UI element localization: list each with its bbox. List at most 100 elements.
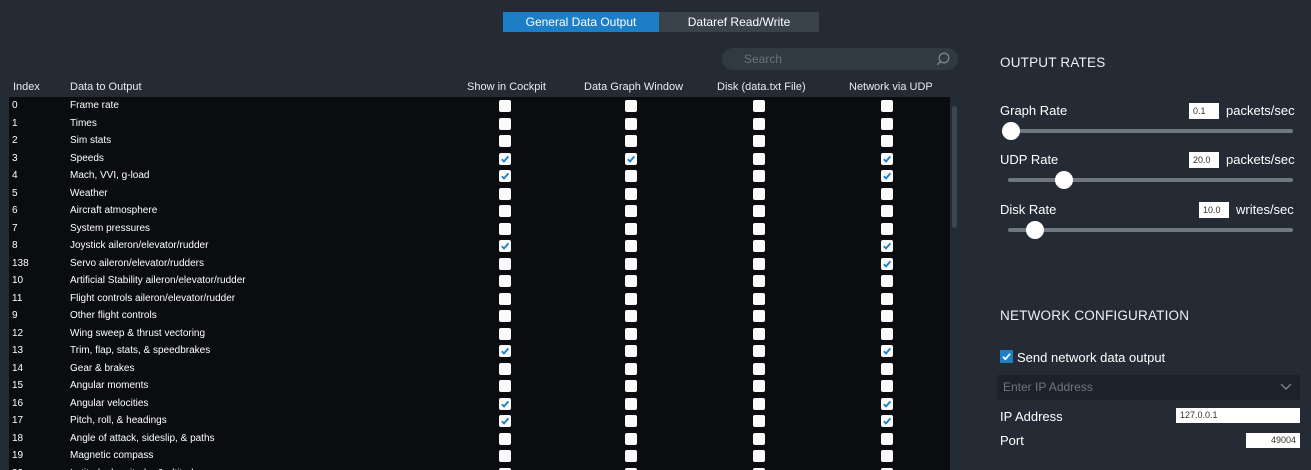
disk-checkbox[interactable] bbox=[753, 415, 765, 427]
cockpit-checkbox[interactable] bbox=[499, 257, 511, 270]
graph-checkbox[interactable] bbox=[625, 275, 637, 287]
disk-rate-slider-knob[interactable] bbox=[1026, 221, 1044, 239]
search-input[interactable] bbox=[744, 48, 924, 70]
udp-checkbox[interactable] bbox=[881, 327, 893, 340]
table-scrollbar[interactable] bbox=[952, 106, 957, 228]
port-input[interactable] bbox=[1246, 433, 1300, 448]
tab-general-data-output[interactable]: General Data Output bbox=[503, 12, 659, 32]
cockpit-checkbox[interactable] bbox=[499, 222, 511, 235]
graph-checkbox[interactable] bbox=[625, 362, 637, 375]
cockpit-checkbox[interactable] bbox=[499, 345, 511, 357]
disk-checkbox[interactable] bbox=[753, 432, 765, 445]
disk-checkbox[interactable] bbox=[753, 117, 765, 130]
disk-checkbox[interactable] bbox=[753, 222, 765, 235]
graph-checkbox[interactable] bbox=[625, 397, 637, 410]
udp-checkbox[interactable] bbox=[881, 100, 893, 112]
graph-checkbox[interactable] bbox=[625, 292, 637, 305]
tab-dataref-read-write[interactable]: Dataref Read/Write bbox=[659, 12, 819, 32]
graph-checkbox[interactable] bbox=[625, 205, 637, 217]
udp-checkbox[interactable] bbox=[881, 205, 893, 217]
udp-rate-input[interactable] bbox=[1189, 152, 1219, 168]
cockpit-checkbox[interactable] bbox=[499, 170, 511, 182]
disk-checkbox[interactable] bbox=[753, 135, 765, 147]
disk-checkbox[interactable] bbox=[753, 292, 765, 305]
disk-checkbox[interactable] bbox=[753, 362, 765, 375]
udp-checkbox[interactable] bbox=[881, 397, 893, 410]
disk-checkbox[interactable] bbox=[753, 187, 765, 200]
cockpit-checkbox[interactable] bbox=[499, 100, 511, 112]
cockpit-checkbox[interactable] bbox=[499, 415, 511, 427]
udp-checkbox[interactable] bbox=[881, 345, 893, 357]
udp-checkbox[interactable] bbox=[881, 222, 893, 235]
graph-checkbox[interactable] bbox=[625, 135, 637, 147]
disk-checkbox[interactable] bbox=[753, 310, 765, 322]
search-icon[interactable] bbox=[936, 52, 950, 66]
graph-checkbox[interactable] bbox=[625, 222, 637, 235]
disk-checkbox[interactable] bbox=[753, 275, 765, 287]
send-network-checkbox[interactable] bbox=[1000, 350, 1013, 363]
disk-checkbox[interactable] bbox=[753, 257, 765, 270]
disk-checkbox[interactable] bbox=[753, 450, 765, 462]
ip-address-input[interactable] bbox=[1176, 408, 1300, 423]
graph-checkbox[interactable] bbox=[625, 450, 637, 462]
graph-checkbox[interactable] bbox=[625, 415, 637, 427]
disk-rate-input[interactable] bbox=[1199, 202, 1229, 218]
disk-checkbox[interactable] bbox=[753, 240, 765, 252]
graph-checkbox[interactable] bbox=[625, 152, 637, 165]
cockpit-checkbox[interactable] bbox=[499, 432, 511, 445]
cockpit-checkbox[interactable] bbox=[499, 205, 511, 217]
cockpit-checkbox[interactable] bbox=[499, 327, 511, 340]
cockpit-checkbox[interactable] bbox=[499, 240, 511, 252]
udp-checkbox[interactable] bbox=[881, 187, 893, 200]
cockpit-checkbox[interactable] bbox=[499, 117, 511, 130]
udp-checkbox[interactable] bbox=[881, 117, 893, 130]
disk-checkbox[interactable] bbox=[753, 205, 765, 217]
disk-checkbox[interactable] bbox=[753, 170, 765, 182]
udp-checkbox[interactable] bbox=[881, 310, 893, 322]
udp-checkbox[interactable] bbox=[881, 257, 893, 270]
disk-checkbox[interactable] bbox=[753, 327, 765, 340]
disk-checkbox[interactable] bbox=[753, 152, 765, 165]
graph-checkbox[interactable] bbox=[625, 170, 637, 182]
udp-rate-slider-knob[interactable] bbox=[1055, 171, 1073, 189]
disk-checkbox[interactable] bbox=[753, 380, 765, 392]
udp-checkbox[interactable] bbox=[881, 362, 893, 375]
cockpit-checkbox[interactable] bbox=[499, 187, 511, 200]
graph-checkbox[interactable] bbox=[625, 100, 637, 112]
graph-checkbox[interactable] bbox=[625, 117, 637, 130]
disk-rate-slider[interactable] bbox=[1008, 228, 1293, 232]
cockpit-checkbox[interactable] bbox=[499, 380, 511, 392]
graph-checkbox[interactable] bbox=[625, 240, 637, 252]
cockpit-checkbox[interactable] bbox=[499, 275, 511, 287]
graph-checkbox[interactable] bbox=[625, 327, 637, 340]
graph-rate-slider[interactable] bbox=[1008, 129, 1293, 133]
udp-checkbox[interactable] bbox=[881, 135, 893, 147]
graph-rate-input[interactable] bbox=[1189, 103, 1219, 119]
graph-checkbox[interactable] bbox=[625, 187, 637, 200]
cockpit-checkbox[interactable] bbox=[499, 310, 511, 322]
cockpit-checkbox[interactable] bbox=[499, 292, 511, 305]
disk-checkbox[interactable] bbox=[753, 100, 765, 112]
ip-address-dropdown[interactable]: Enter IP Address bbox=[997, 375, 1300, 400]
graph-checkbox[interactable] bbox=[625, 380, 637, 392]
udp-checkbox[interactable] bbox=[881, 170, 893, 182]
udp-checkbox[interactable] bbox=[881, 292, 893, 305]
graph-checkbox[interactable] bbox=[625, 345, 637, 357]
disk-checkbox[interactable] bbox=[753, 345, 765, 357]
graph-rate-slider-knob[interactable] bbox=[1002, 122, 1020, 140]
graph-checkbox[interactable] bbox=[625, 310, 637, 322]
udp-checkbox[interactable] bbox=[881, 432, 893, 445]
cockpit-checkbox[interactable] bbox=[499, 450, 511, 462]
cockpit-checkbox[interactable] bbox=[499, 362, 511, 375]
graph-checkbox[interactable] bbox=[625, 257, 637, 270]
udp-checkbox[interactable] bbox=[881, 275, 893, 287]
udp-checkbox[interactable] bbox=[881, 152, 893, 165]
udp-checkbox[interactable] bbox=[881, 450, 893, 462]
graph-checkbox[interactable] bbox=[625, 432, 637, 445]
udp-checkbox[interactable] bbox=[881, 415, 893, 427]
cockpit-checkbox[interactable] bbox=[499, 152, 511, 165]
udp-rate-slider[interactable] bbox=[1008, 178, 1293, 182]
cockpit-checkbox[interactable] bbox=[499, 135, 511, 147]
udp-checkbox[interactable] bbox=[881, 380, 893, 392]
cockpit-checkbox[interactable] bbox=[499, 397, 511, 410]
